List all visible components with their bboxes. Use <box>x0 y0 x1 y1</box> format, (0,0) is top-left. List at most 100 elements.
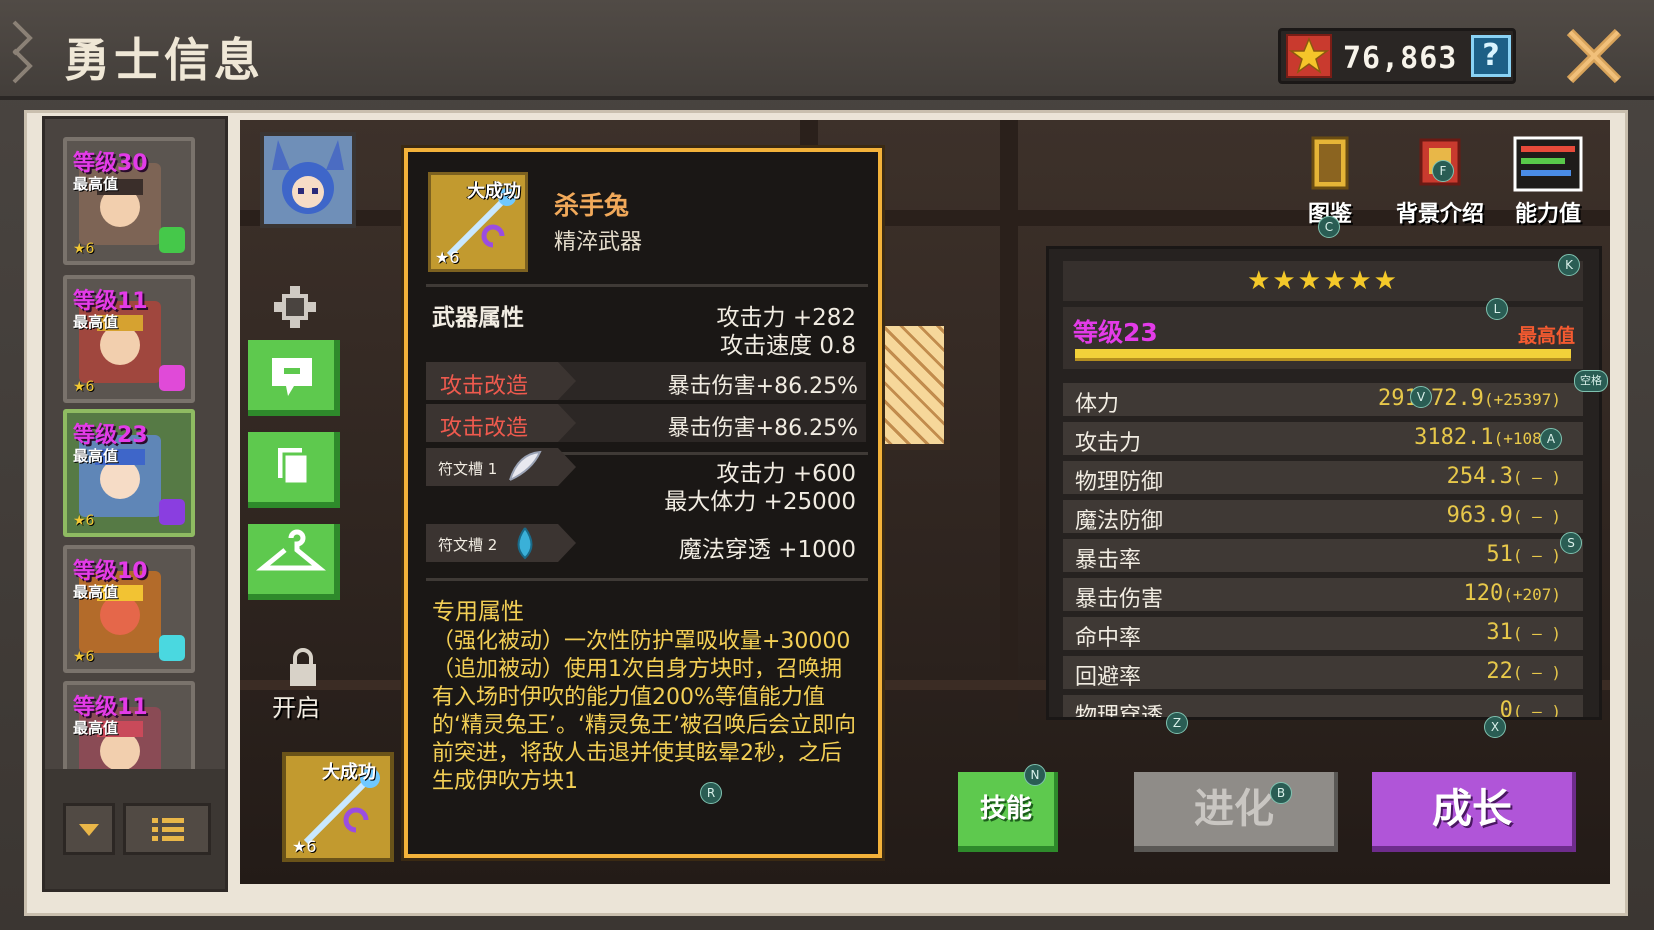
great-success-tag: 大成功 <box>467 181 521 202</box>
hotkey-badge: B <box>1270 782 1292 804</box>
star-rating: ★★★★★★ <box>1063 261 1583 301</box>
rune-value: 魔法穿透 +1000 <box>678 537 856 563</box>
stat-row: 攻击力 3182.1(+1082) <box>1063 422 1583 456</box>
feather-icon <box>509 450 542 481</box>
rune-value: 最大体力 +25000 <box>664 489 856 515</box>
water-drop-icon <box>517 527 533 560</box>
speech-bubble-icon <box>272 358 312 396</box>
stat-value: 963.9( — ) <box>1447 503 1561 528</box>
mod-label: 攻击改造 <box>440 374 529 399</box>
level-progress-bar <box>1075 349 1571 361</box>
hero-max-label: 最高值 <box>73 313 119 331</box>
stat-value-number: 22 <box>1486 659 1513 684</box>
stat-bonus: (+25397) <box>1483 390 1561 409</box>
stat-value-number: 120 <box>1463 581 1504 606</box>
skill-button[interactable]: 技能 <box>958 772 1058 852</box>
copy-button[interactable] <box>248 432 340 508</box>
sort-dropdown-button[interactable] <box>63 803 115 855</box>
mod-value: 暴击伤害+86.25% <box>667 416 858 441</box>
mod-label: 攻击改造 <box>440 416 529 441</box>
hotkey-badge: V <box>1410 386 1432 408</box>
list-view-button[interactable] <box>123 803 211 855</box>
hero-max-label: 最高值 <box>73 447 119 465</box>
weapon-type: 精淬武器 <box>554 230 643 255</box>
mod-row: 攻击改造 暴击伤害+86.25% <box>426 404 866 442</box>
stats-panel: ★★★★★★ 等级23 最高值 体力 291972.9(+25397) 攻击力 318… <box>1046 246 1602 720</box>
stat-value: 51( — ) <box>1486 542 1561 567</box>
hotkey-badge: L <box>1486 298 1508 320</box>
weapon-slot[interactable]: 大成功 ★6 <box>282 752 394 862</box>
class-badge-icon <box>159 499 185 525</box>
back-chevron-icon[interactable] <box>8 18 38 86</box>
stat-value-number: 3182.1 <box>1414 425 1494 450</box>
background-intro-label: 背景介绍 <box>1395 202 1484 227</box>
grow-button[interactable]: 成长 <box>1372 772 1576 852</box>
hotkey-badge: R <box>700 782 722 804</box>
help-button[interactable]: ? <box>1471 35 1511 77</box>
bunny-hero-icon <box>264 136 352 224</box>
weapon-tooltip: 大成功 ★6 杀手兔 精淬武器 武器属性 攻击力 +282 攻击速度 0.8 攻… <box>404 148 882 858</box>
list-icon <box>152 818 184 841</box>
hero-max-label: 最高值 <box>73 719 119 737</box>
stat-name: 魔法防御 <box>1075 509 1164 534</box>
currency-value: 76,863 <box>1343 41 1458 76</box>
class-badge-icon <box>159 227 185 253</box>
hotkey-badge: A <box>1540 428 1562 450</box>
stat-bonus: ( — ) <box>1512 468 1561 487</box>
stat-value: 3182.1(+1082) <box>1414 425 1561 450</box>
ability-button[interactable]: 能力值 <box>1508 136 1588 227</box>
unlock-label[interactable]: 开启 <box>272 688 320 723</box>
stat-name: 命中率 <box>1075 626 1142 651</box>
costume-button[interactable] <box>248 524 340 600</box>
stat-row: 魔法防御 963.9( — ) <box>1063 500 1583 534</box>
level-max-label: 最高值 <box>1517 325 1575 347</box>
stat-name: 暴击伤害 <box>1075 587 1164 612</box>
stat-row: 回避率 22( — ) <box>1063 656 1583 690</box>
hero-card[interactable]: 等级30 最高值 ★6 <box>63 137 195 265</box>
hotkey-badge: K <box>1558 254 1580 276</box>
rune-slot-label: 符文槽 2 <box>438 536 498 554</box>
weapon-level: ★6 <box>435 248 460 267</box>
weapon-attr-value: 攻击速度 0.8 <box>720 333 856 359</box>
stat-bars-icon <box>1513 136 1583 192</box>
stat-value: 0( — ) <box>1499 698 1561 720</box>
hero-card-selected[interactable]: 等级23 最高值 ★6 <box>63 409 195 537</box>
mod-row: 攻击改造 暴击伤害+86.25% <box>426 362 866 400</box>
book-icon <box>1311 136 1349 190</box>
hero-stars: ★6 <box>73 241 95 257</box>
ability-label: 能力值 <box>1514 202 1581 227</box>
hero-max-label: 最高值 <box>73 583 119 601</box>
stat-value: 31( — ) <box>1486 620 1561 645</box>
stat-row: 命中率 31( — ) <box>1063 617 1583 651</box>
hero-level-text: 等级23 <box>1073 318 1158 347</box>
stat-name: 体力 <box>1075 392 1120 417</box>
lock-icon <box>290 648 316 686</box>
stat-name: 暴击率 <box>1075 548 1142 573</box>
hero-portrait[interactable] <box>260 132 356 228</box>
codex-button[interactable]: 图鉴 <box>1290 136 1370 227</box>
stat-bonus: ( — ) <box>1512 546 1561 565</box>
hero-card[interactable]: 等级10 最高值 ★6 <box>63 545 195 673</box>
stat-name: 物理防御 <box>1075 470 1164 495</box>
close-icon[interactable] <box>1562 24 1626 88</box>
divider <box>426 578 868 581</box>
hero-stars: ★6 <box>73 649 95 665</box>
currency-display: 76,863 ? <box>1278 28 1516 84</box>
hero-roster: 等级30 最高值 ★6 等级11 最高值 ★6 等级23 最高值 ★6 等级10… <box>42 116 228 892</box>
top-bar: 勇士信息 76,863 ? <box>0 0 1654 100</box>
hanger-icon <box>255 529 327 571</box>
stat-name: 攻击力 <box>1075 431 1142 456</box>
stat-value: 291972.9(+25397) <box>1378 386 1561 411</box>
weapon-level: ★6 <box>292 837 317 856</box>
crosshair-icon[interactable] <box>272 284 318 330</box>
hero-max-label: 最高值 <box>73 175 119 193</box>
documents-icon <box>278 448 310 486</box>
stat-bonus: ( — ) <box>1512 663 1561 682</box>
evolve-button[interactable]: 进化 <box>1134 772 1338 852</box>
stat-value: 22( — ) <box>1486 659 1561 684</box>
weapon-name: 杀手兔 <box>554 191 630 220</box>
stat-value-number: 0 <box>1499 698 1513 720</box>
chat-button[interactable] <box>248 340 340 416</box>
hero-card[interactable]: 等级11 最高值 ★6 <box>63 275 195 403</box>
stat-row: 物理穿透 0( — ) <box>1063 695 1583 720</box>
